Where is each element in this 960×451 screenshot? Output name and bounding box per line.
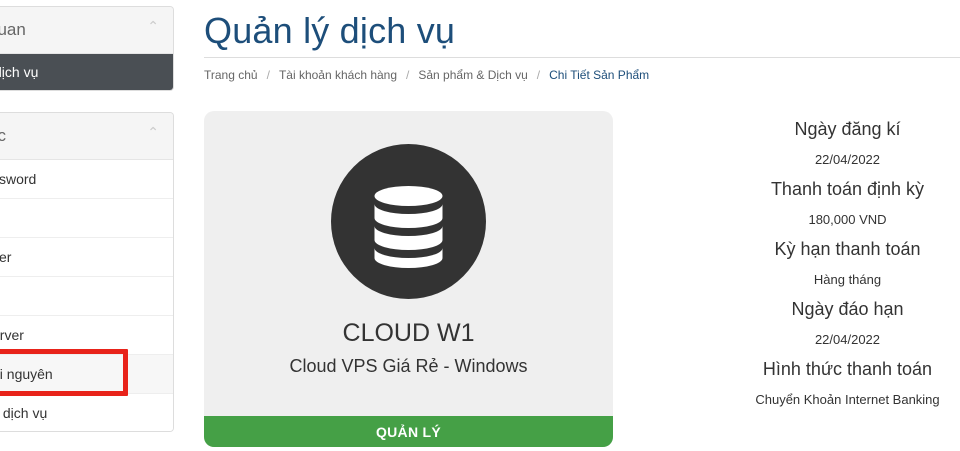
breadcrumb: Trang chủ / Tài khoản khách hàng / Sản phẩm … [204,68,649,82]
breadcrumb-separator: / [406,68,410,82]
database-icon [331,144,486,299]
registration-date-label: Ngày đăng kí [794,119,901,139]
breadcrumb-home[interactable]: Trang chủ [204,68,258,82]
sidebar-item-label: ver [0,249,12,265]
sidebar-item-label: erver [0,327,24,343]
sidebar-item-services[interactable]: dịch vụ [0,54,173,90]
breadcrumb-account[interactable]: Tài khoản khách hàng [279,68,397,82]
sidebar-item-password[interactable]: ssword [0,160,173,199]
breadcrumb-products[interactable]: Sản phẩm & Dịch vụ [418,68,527,82]
sidebar-item-server[interactable]: ver [0,238,173,277]
registration-date-value: 22/04/2022 [814,152,881,167]
payment-method-label: Hình thức thanh toán [762,359,933,379]
sidebar-item-label: dịch vụ [0,64,39,80]
sidebar-item[interactable] [0,199,173,238]
sidebar-item[interactable] [0,277,173,316]
breadcrumb-separator: / [266,68,270,82]
recurring-payment-value: 180,000 VND [808,212,887,227]
sidebar-panel-title: quan [0,20,26,39]
manage-button[interactable]: QUẢN LÝ [204,416,613,447]
sidebar-item-label: y dịch vụ [0,405,48,421]
billing-cycle-label: Kỳ hạn thanh toán [774,239,921,259]
product-card: CLOUD W1 Cloud VPS Giá Rẻ - Windows QUẢN… [204,111,613,447]
breadcrumb-separator: / [536,68,541,82]
payment-method-value: Chuyển Khoản Internet Banking [755,392,940,407]
breadcrumb-current: Chi Tiết Sản Phẩm [549,68,650,82]
due-date-value: 22/04/2022 [814,332,881,347]
chevron-up-icon[interactable]: ⌃ [147,124,159,141]
page-title: Quản lý dịch vụ [204,10,456,51]
title-divider [204,57,960,58]
due-date-label: Ngày đáo hạn [791,299,904,319]
recurring-payment-label: Thanh toán định kỳ [770,179,925,199]
sidebar-item-services-list[interactable]: y dịch vụ [0,394,173,431]
product-name: CLOUD W1 [342,319,475,347]
chevron-up-icon[interactable]: ⌃ [147,18,159,35]
sidebar-panel-overview: quan ⌃ dịch vụ [0,6,174,91]
sidebar-panel-title: ác [0,126,6,146]
sidebar-panel-header[interactable]: quan ⌃ [0,7,173,54]
sidebar-panel-header[interactable]: ác ⌃ [0,113,173,160]
billing-cycle-value: Hàng tháng [813,272,882,287]
sidebar-item-resources[interactable]: ài nguyên [0,355,173,394]
sidebar-item-server-2[interactable]: erver [0,316,173,355]
sidebar-item-label: ài nguyên [0,366,53,382]
sidebar-panel-actions: ác ⌃ ssword ver erver ài nguyên y dịch v… [0,112,174,432]
sidebar-item-label: ssword [0,171,37,187]
product-description: Cloud VPS Giá Rẻ - Windows [289,356,528,376]
